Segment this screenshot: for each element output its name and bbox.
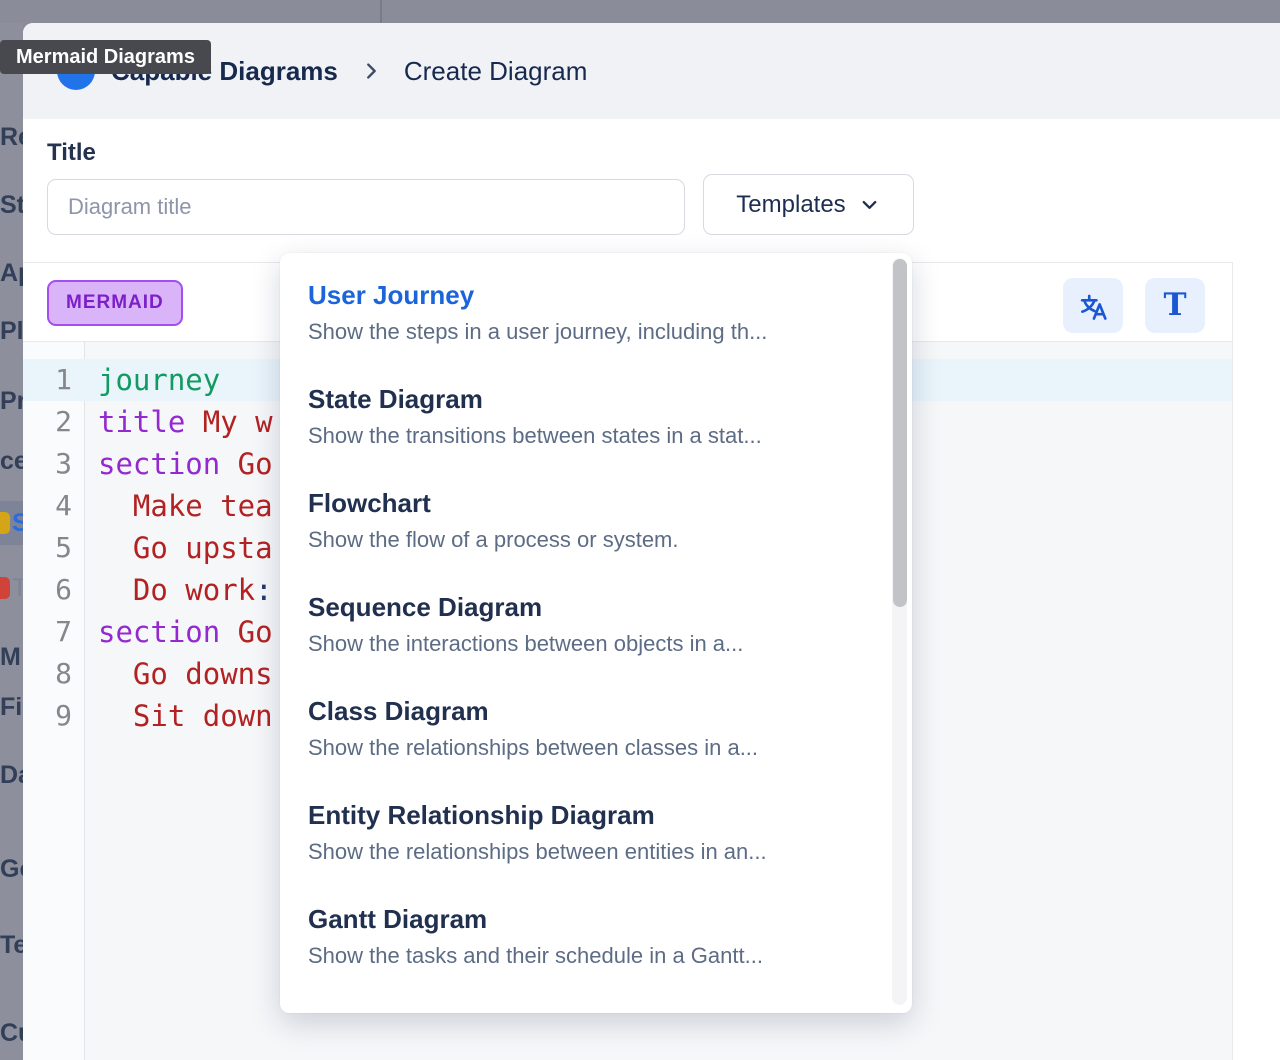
template-option-description: Show the relationships between classes i… [308,734,852,762]
line-number: 5 [23,527,85,569]
template-option-description: Show the steps in a user journey, includ… [308,318,852,346]
title-section: Title Templates [23,119,1280,262]
sidebar-item-label: S [12,509,23,538]
sidebar-item-fragment: Go [0,847,23,891]
line-numbers: 123456789 [23,359,85,737]
template-option-description: Show the transitions between states in a… [308,422,852,450]
template-option-flowchart[interactable]: Flowchart Show the flow of a process or s… [280,487,912,591]
tooltip: Mermaid Diagrams [0,40,211,74]
template-option-title: Gantt Diagram [308,903,852,935]
sidebar-item-label: Sta [0,191,23,220]
sidebar-item-label: Da [0,761,23,790]
title-label: Title [47,139,96,167]
template-option-title: Sequence Diagram [308,591,852,623]
chevron-down-icon [858,193,881,216]
sidebar-item-fragment: Pr [0,379,23,423]
templates-button[interactable]: Templates [703,174,914,235]
template-option-description: Show the tasks and their schedule in a G… [308,942,852,970]
code-token: : [255,573,272,607]
sidebar-item-label: Pla [0,317,23,346]
text-T-icon: T [1163,290,1186,321]
dimmed-sidebar: Re Sta Ap Pla Pr ce S T M Fil Da Go Te Cu [0,23,23,1060]
line-number: 7 [23,611,85,653]
sidebar-item-label: Go [0,855,23,884]
template-option-title: Flowchart [308,487,852,519]
sidebar-item-fragment: S [0,501,23,545]
page-divider [380,0,382,23]
sidebar-item-fragment: Pla [0,309,23,353]
code-token: Go [220,447,272,481]
sidebar-item-label: Re [0,123,23,152]
dropdown-scrollbar-track[interactable] [892,258,907,1005]
template-option-title: Class Diagram [308,695,852,727]
line-number: 1 [23,359,85,401]
translate-button[interactable] [1063,278,1123,333]
sidebar-item-label: Cu [0,1019,23,1048]
line-number: 4 [23,485,85,527]
sidebar-item-fragment: Fil [0,685,23,729]
dimmed-page-top [0,0,1280,23]
sidebar-item-fragment: Ap [0,251,23,295]
code-token: Go upsta [98,531,273,565]
template-option-title: User Journey [308,279,852,311]
modal-header: Capable Diagrams Create Diagram [23,23,1280,119]
sidebar-item-label: Fil [0,693,23,722]
sidebar-item-fragment: Cu [0,1011,23,1055]
code-token: Sit down [98,699,273,733]
sidebar-item-label: ce [0,447,23,476]
template-option-state-diagram[interactable]: State Diagram Show the transitions betwee… [280,383,912,487]
sidebar-item-fragment: Re [0,115,23,159]
code-token: My w [185,405,272,439]
line-number: 9 [23,695,85,737]
text-mode-button[interactable]: T [1145,278,1205,333]
template-option-description: Show the interactions between objects in… [308,630,852,658]
template-option-sequence-diagram[interactable]: Sequence Diagram Show the interactions be… [280,591,912,695]
sidebar-item-fragment: M [0,635,23,679]
template-option-gantt-diagram[interactable]: Gantt Diagram Show the tasks and their sc… [280,903,912,1007]
template-option-class-diagram[interactable]: Class Diagram Show the relationships betw… [280,695,912,799]
template-option-user-journey[interactable]: User Journey Show the steps in a user jou… [280,279,912,383]
code-token: section [98,447,220,481]
translate-icon [1077,290,1109,322]
diagram-title-input[interactable] [47,179,685,235]
code-token: journey [98,363,220,397]
sidebar-item-fragment: Sta [0,183,23,227]
template-option-title: State Diagram [308,383,852,415]
sidebar-item-fragment: ce [0,439,23,483]
sidebar-item-fragment: Da [0,753,23,797]
code-token: section [98,615,220,649]
templates-button-label: Templates [736,191,845,219]
template-option-entity-relationship-diagram[interactable]: Entity Relationship Diagram Show the rela… [280,799,912,903]
template-option-description: Show the flow of a process or system. [308,526,852,554]
template-option-title: Entity Relationship Diagram [308,799,852,831]
sidebar-item-icon [0,577,10,599]
template-option-description: Show the relationships between entities … [308,838,852,866]
dropdown-scrollbar-thumb[interactable] [893,259,907,607]
chevron-right-icon [360,60,382,82]
code-token: Go downs [98,657,273,691]
template-option-list: User Journey Show the steps in a user jou… [280,279,912,1007]
sidebar-item-label: M [0,643,21,672]
breadcrumb-current: Create Diagram [404,56,588,87]
code-token: Go [220,615,272,649]
sidebar-item-label: Pr [0,387,23,416]
line-number: 3 [23,443,85,485]
create-diagram-modal: Capable Diagrams Create Diagram Title Te… [23,23,1280,1060]
line-number: 2 [23,401,85,443]
sidebar-item-label: Ap [0,259,23,288]
line-number: 8 [23,653,85,695]
line-number: 6 [23,569,85,611]
templates-dropdown-menu: User Journey Show the steps in a user jou… [280,253,912,1013]
code-token: Do work [98,573,255,607]
code-token: title [98,405,185,439]
sidebar-item-fragment: T [0,566,23,610]
sidebar-item-icon [0,512,10,534]
mermaid-badge: MERMAID [47,280,183,326]
sidebar-item-fragment: Te [0,923,23,967]
code-token: Make tea [98,489,273,523]
sidebar-item-label: T [12,574,23,603]
sidebar-item-label: Te [0,931,23,960]
